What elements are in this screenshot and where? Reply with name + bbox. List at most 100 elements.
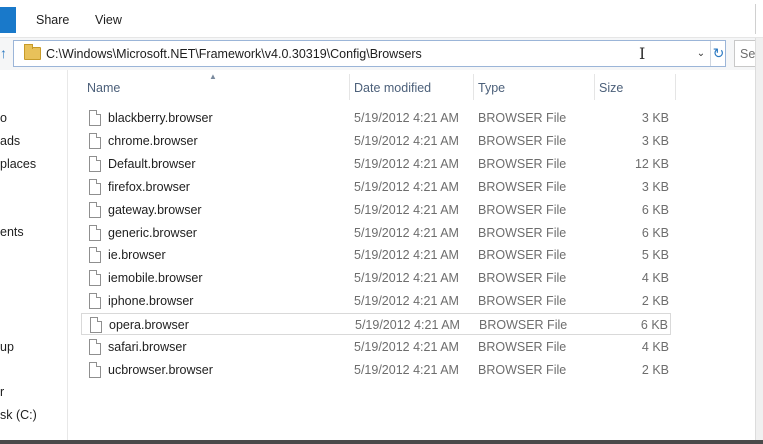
file-size: 6 KB [641,202,669,217]
file-row[interactable]: chrome.browser 5/19/2012 4:21 AM BROWSER F… [81,130,671,152]
file-size: 6 KB [641,225,669,240]
file-row[interactable]: ucbrowser.browser 5/19/2012 4:21 AM BROWSE… [81,359,671,381]
file-icon [89,361,101,378]
file-name: safari.browser [108,340,187,354]
file-date: 5/19/2012 4:21 AM [354,179,459,194]
column-size-label: Size [599,81,624,95]
file-date: 5/19/2012 4:21 AM [354,111,459,125]
file-type: BROWSER File [478,156,567,171]
column-header-type[interactable]: Type [474,70,594,102]
file-size: 3 KB [641,133,669,148]
column-header-date[interactable]: Date modified [350,70,473,102]
file-type: BROWSER File [478,362,567,377]
file-row[interactable]: firefox.browser 5/19/2012 4:21 AM BROWSER … [81,176,671,198]
file-icon [89,339,101,355]
search-placeholder: Se [740,47,756,61]
file-size: 3 KB [641,179,669,194]
file-name: iphone.browser [108,294,194,309]
file-type: BROWSER File [478,340,567,354]
file-date: 5/19/2012 4:21 AM [354,133,459,148]
window-edge [755,38,763,444]
file-type: BROWSER File [479,318,568,333]
file-row[interactable]: gateway.browser 5/19/2012 4:21 AM BROWSER … [81,199,671,221]
file-size: 3 KB [641,111,669,125]
column-header-name[interactable]: Name ▲ [69,70,349,102]
file-row[interactable]: Default.browser 5/19/2012 4:21 AM BROWSER … [81,153,671,175]
chevron-down-icon[interactable]: ⌄ [694,45,708,63]
address-bar[interactable]: C:\Windows\Microsoft.NET\Framework\v4.0.… [13,40,726,67]
file-icon [89,132,101,149]
file-date: 5/19/2012 4:21 AM [354,248,459,263]
file-name: gateway.browser [108,202,202,217]
file-name: opera.browser [109,318,189,333]
file-date: 5/19/2012 4:21 AM [354,294,459,309]
file-type: BROWSER File [478,271,567,286]
file-type: BROWSER File [478,248,567,263]
file-date: 5/19/2012 4:21 AM [354,271,459,286]
file-row[interactable]: iemobile.browser 5/19/2012 4:21 AM BROWSER… [81,267,671,289]
file-row[interactable]: blackberry.browser 5/19/2012 4:21 AM BROWS… [81,107,671,129]
file-name: generic.browser [108,225,197,240]
file-icon [89,178,101,195]
file-name: iemobile.browser [108,271,203,286]
file-row[interactable]: opera.browser 5/19/2012 4:21 AM BROWSER Fi… [81,313,671,336]
file-name: ucbrowser.browser [108,362,213,377]
file-name: ie.browser [108,248,166,263]
file-row[interactable]: ie.browser 5/19/2012 4:21 AM BROWSER File 5… [81,244,671,266]
file-size: 12 KB [634,156,669,171]
navigation-pane: o ads places ents up r sk (C:) [0,70,68,444]
file-size: 4 KB [641,340,669,354]
file-date: 5/19/2012 4:21 AM [354,362,459,377]
tab-view[interactable]: View [95,13,122,27]
nav-item[interactable]: o [0,111,7,125]
file-name: blackberry.browser [108,111,213,125]
nav-item-downloads[interactable]: ads [0,134,20,148]
tab-share[interactable]: Share [36,13,69,27]
nav-item-recent-places[interactable]: places [0,157,36,171]
nav-item-homegroup[interactable]: up [0,340,14,354]
file-tab[interactable] [0,7,16,33]
file-icon [90,317,102,334]
file-type: BROWSER File [478,133,567,148]
file-type: BROWSER File [478,179,567,194]
file-type: BROWSER File [478,294,567,309]
file-name: firefox.browser [108,179,190,194]
sort-up-icon: ▲ [209,72,217,81]
bottom-edge [0,440,763,444]
file-size: 2 KB [641,362,669,377]
file-date: 5/19/2012 4:21 AM [354,156,459,171]
file-row[interactable]: safari.browser 5/19/2012 4:21 AM BROWSER F… [81,336,671,358]
file-icon [89,155,101,172]
nav-item-documents[interactable]: ents [0,225,24,239]
file-icon [89,201,101,218]
text-cursor-icon: I [639,44,646,63]
column-date-label: Date modified [354,81,432,95]
nav-item-computer[interactable]: r [0,385,4,399]
column-header-size[interactable]: Size [595,70,675,102]
column-divider[interactable] [675,74,676,100]
file-name: chrome.browser [108,133,198,148]
column-type-label: Type [478,81,506,95]
folder-icon [24,44,41,60]
file-size: 6 KB [640,318,668,333]
file-type: BROWSER File [478,202,567,217]
ribbon-edge [755,4,763,34]
file-list: Name ▲ Date modified Type Size blackberr… [69,70,755,440]
file-icon [89,110,101,126]
file-date: 5/19/2012 4:21 AM [355,318,460,333]
file-type: BROWSER File [478,111,567,125]
refresh-icon[interactable]: ↻ [710,41,726,66]
column-name-label: Name [87,81,121,95]
file-name: Default.browser [108,156,196,171]
file-row[interactable]: generic.browser 5/19/2012 4:21 AM BROWSER … [81,222,671,244]
nav-item-local-disk[interactable]: sk (C:) [0,408,37,422]
file-row[interactable]: iphone.browser 5/19/2012 4:21 AM BROWSER F… [81,290,671,312]
address-path[interactable]: C:\Windows\Microsoft.NET\Framework\v4.0.… [46,47,422,61]
file-size: 2 KB [641,294,669,309]
file-icon [89,224,101,241]
up-arrow-icon[interactable]: ↑ [0,43,12,63]
file-size: 4 KB [641,271,669,286]
address-row: ↑ C:\Windows\Microsoft.NET\Framework\v4.… [0,38,763,70]
file-date: 5/19/2012 4:21 AM [354,202,459,217]
file-icon [89,293,101,310]
